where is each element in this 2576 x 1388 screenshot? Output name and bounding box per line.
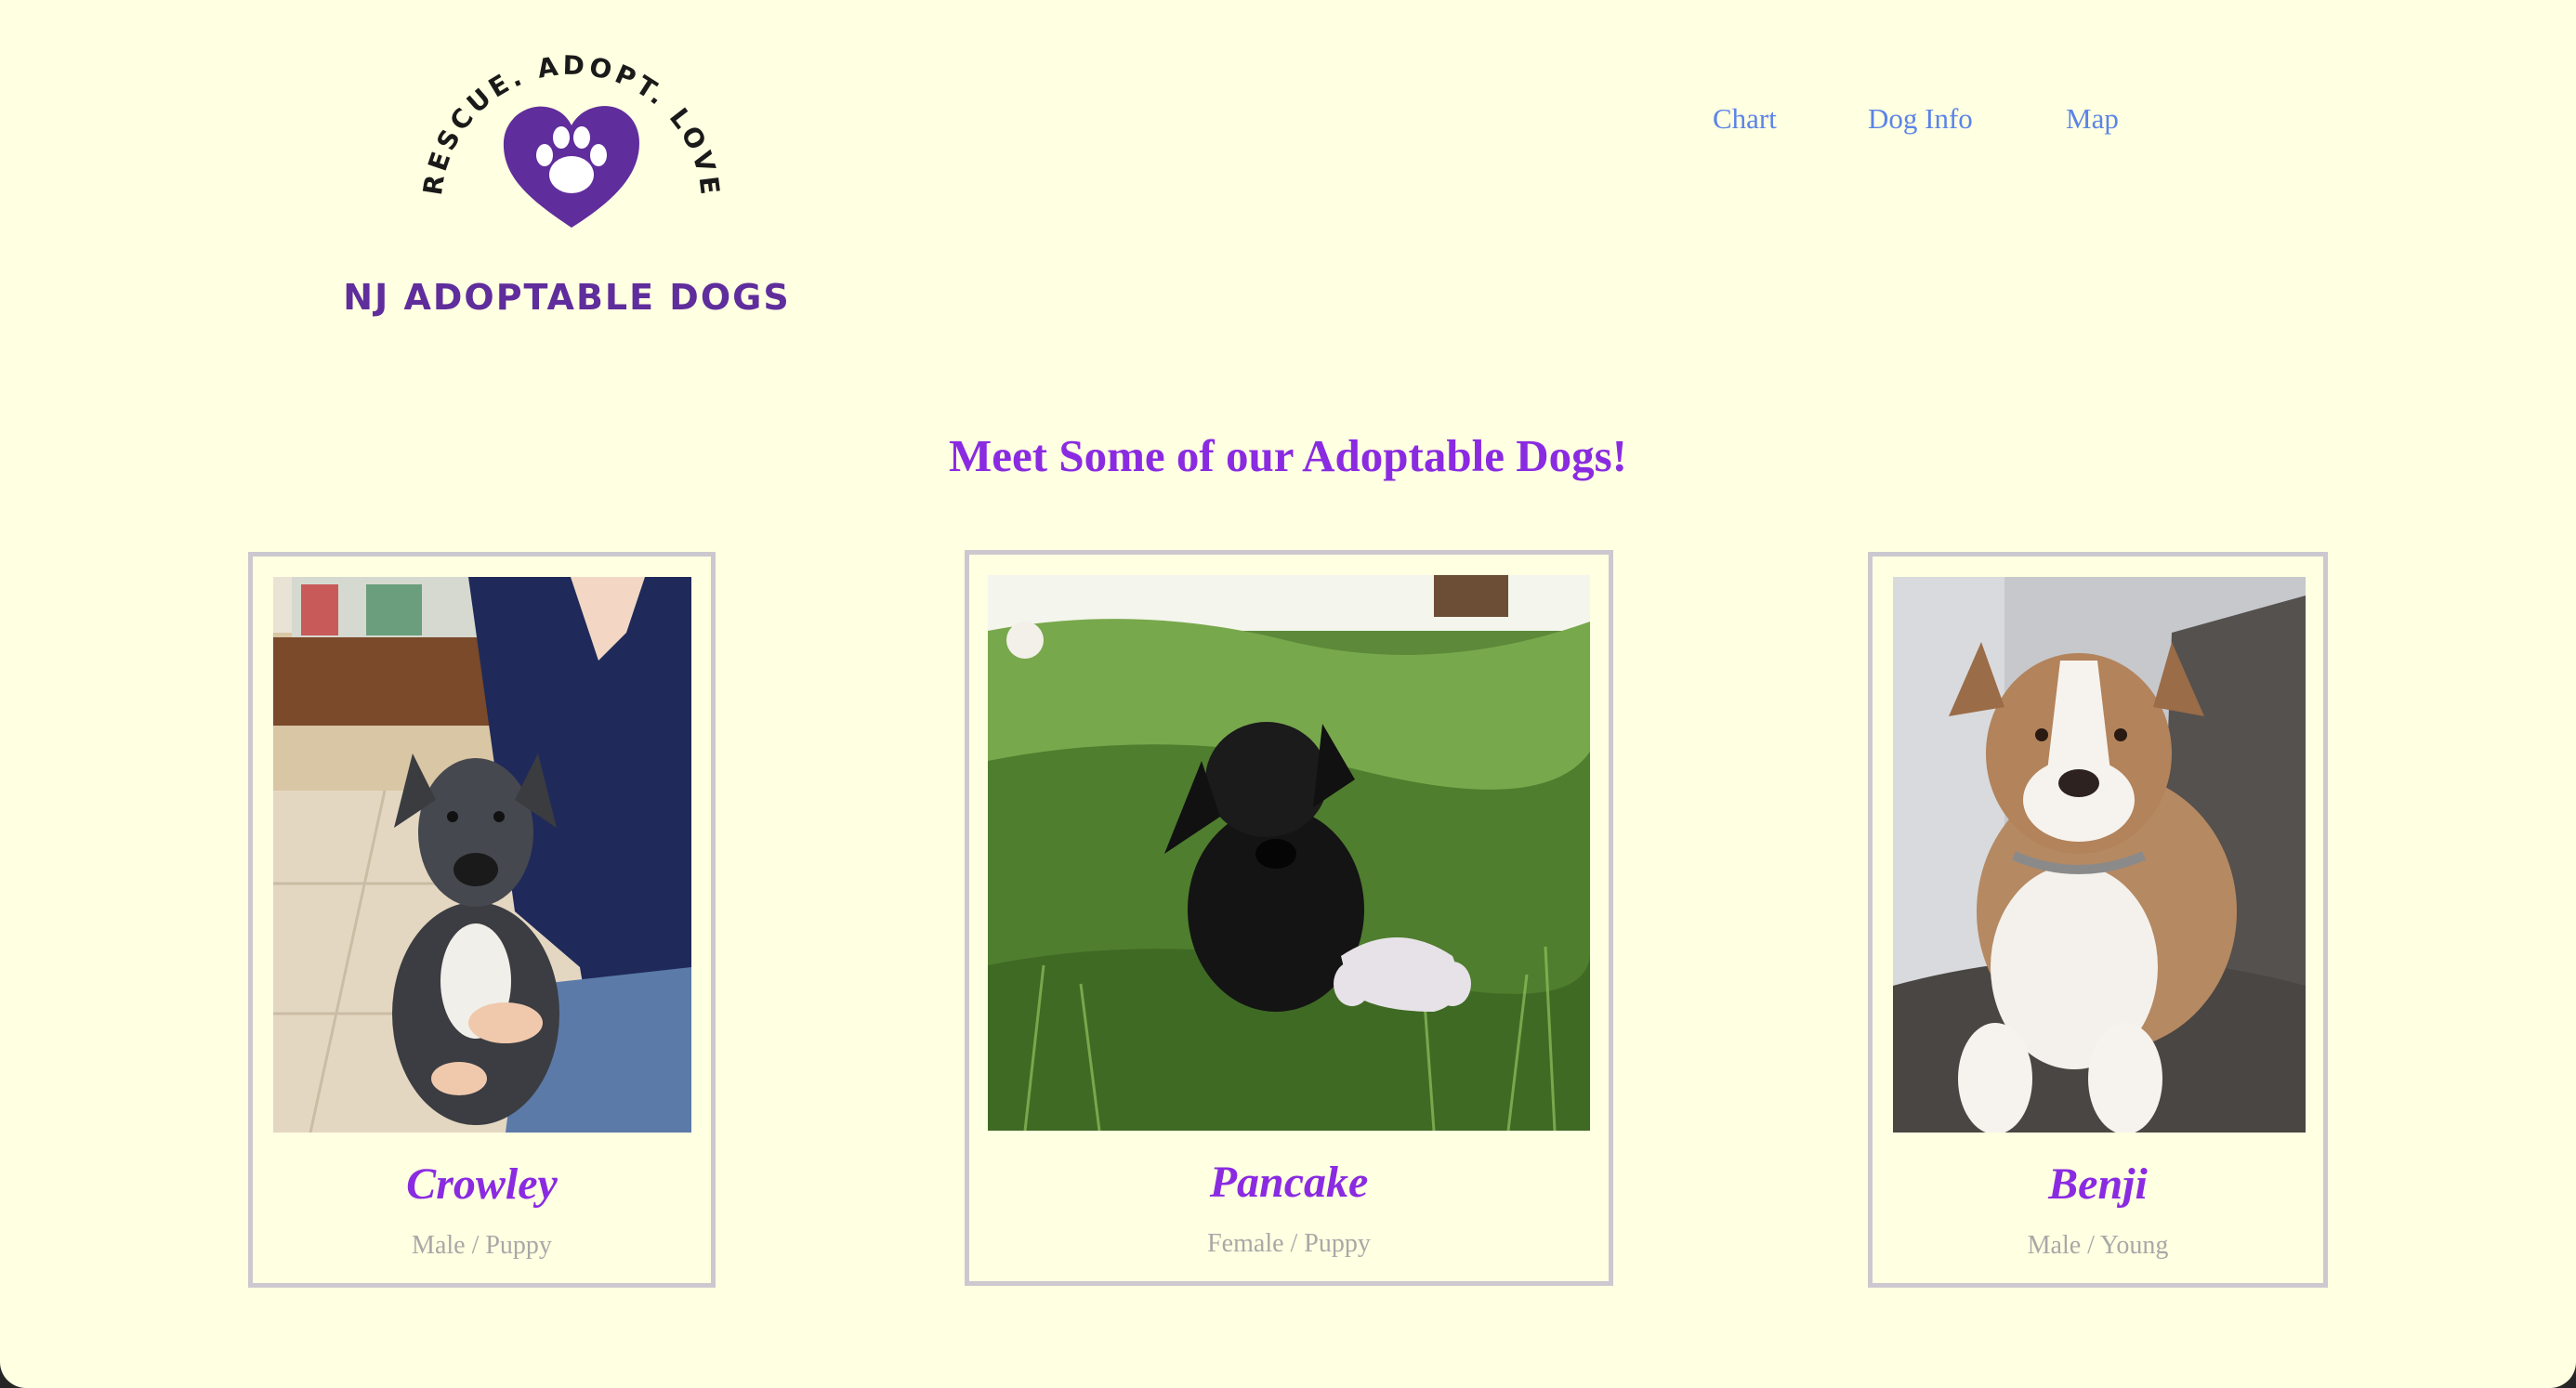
dog-details: Female / Puppy bbox=[1207, 1229, 1371, 1258]
dog-card-pancake[interactable]: Pancake Female / Puppy bbox=[965, 550, 1613, 1286]
dog-card-crowley[interactable]: Crowley Male / Puppy bbox=[248, 552, 716, 1288]
dog-name[interactable]: Crowley bbox=[253, 1159, 711, 1210]
logo-emblem: RESCUE. ADOPT. LOVE FOR LIFE bbox=[335, 28, 722, 229]
dog-details: Male / Young bbox=[2027, 1231, 2169, 1260]
page-headline: Meet Some of our Adoptable Dogs! bbox=[949, 430, 1627, 481]
nav-link-dog-info[interactable]: Dog Info bbox=[1868, 102, 1973, 136]
nav-link-chart[interactable]: Chart bbox=[1713, 102, 1777, 136]
dog-details: Male / Puppy bbox=[412, 1231, 552, 1260]
site-logo[interactable]: RESCUE. ADOPT. LOVE FOR LIFE NJ ADOPTABL… bbox=[335, 28, 799, 318]
dog-name[interactable]: Pancake bbox=[969, 1157, 1609, 1208]
dog-card-benji[interactable]: Benji Male / Young bbox=[1868, 552, 2328, 1288]
dog-name[interactable]: Benji bbox=[1873, 1159, 2323, 1210]
page: RESCUE. ADOPT. LOVE FOR LIFE NJ ADOPTABL… bbox=[0, 0, 2576, 1388]
dog-photo-crowley[interactable] bbox=[273, 577, 691, 1133]
nav-link-map[interactable]: Map bbox=[2066, 102, 2119, 136]
logo-title: NJ ADOPTABLE DOGS bbox=[343, 277, 791, 318]
main-nav: Chart Dog Info Map bbox=[0, 102, 2576, 149]
dog-photo-pancake[interactable] bbox=[988, 575, 1590, 1131]
dog-photo-benji[interactable] bbox=[1893, 577, 2306, 1133]
